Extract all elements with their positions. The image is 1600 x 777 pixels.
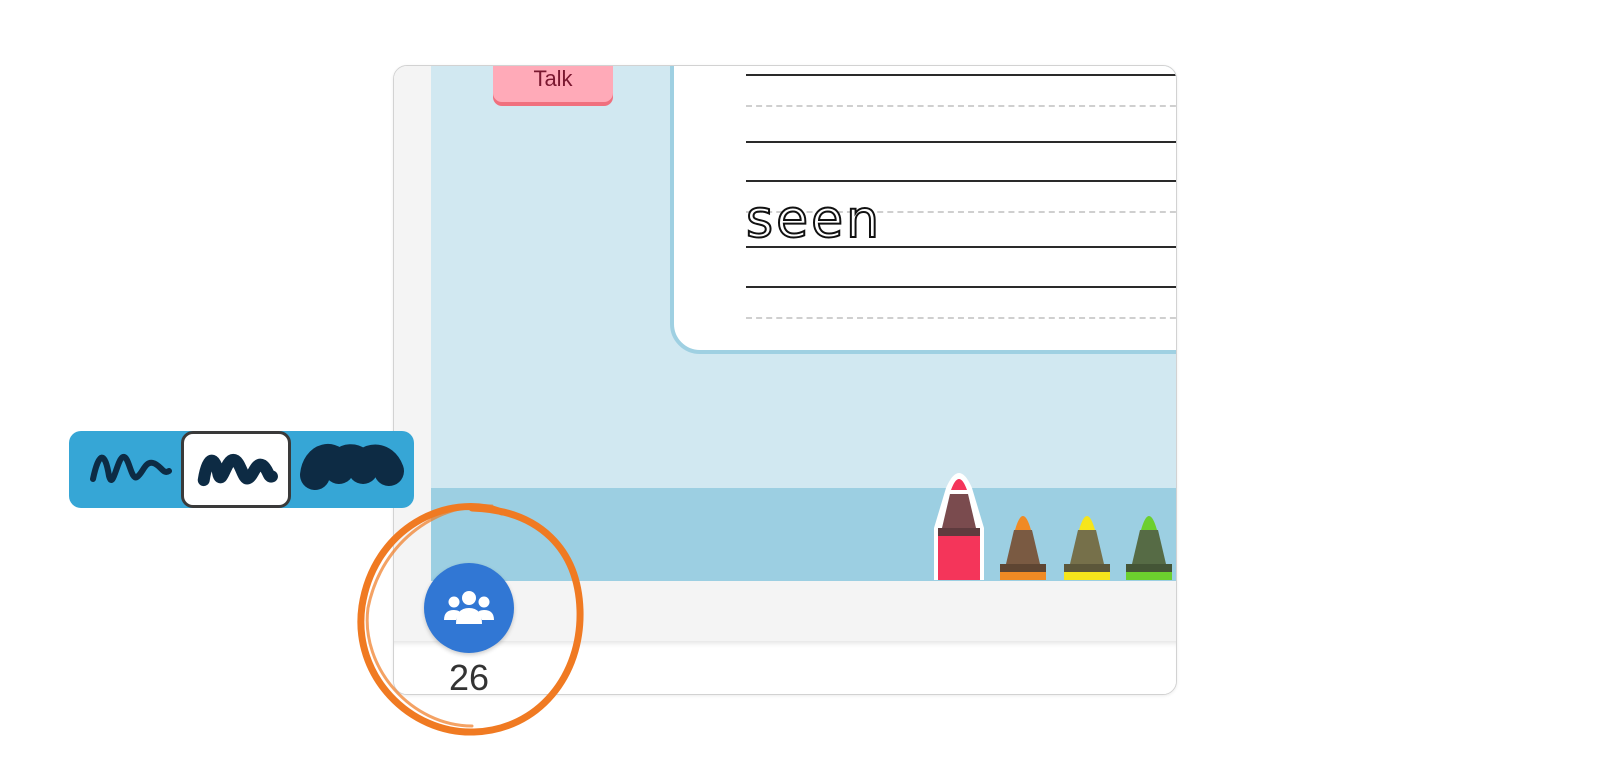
talk-label: Talk — [533, 66, 573, 91]
brush-thick[interactable] — [297, 431, 407, 508]
talk-button[interactable]: Talk — [493, 66, 613, 102]
thick-brush-icon — [300, 444, 404, 490]
crayon-red[interactable] — [928, 462, 990, 580]
brush-thin[interactable] — [73, 431, 183, 508]
crayon-yellow[interactable] — [1058, 504, 1116, 580]
guide-line — [746, 286, 1176, 288]
guide-line — [746, 141, 1176, 143]
crayon-green[interactable] — [1120, 504, 1175, 580]
thin-brush-icon — [90, 454, 172, 483]
yellow-crayon-icon — [1064, 516, 1110, 580]
green-crayon-icon — [1126, 516, 1172, 580]
guide-line-dashed — [746, 105, 1176, 107]
student-count: 26 — [448, 657, 490, 698]
guide-line — [746, 74, 1176, 76]
whiteboard[interactable]: Talk — [431, 66, 1176, 488]
tracing-word: seen — [745, 190, 883, 250]
crayon-orange[interactable] — [994, 504, 1052, 580]
brush-medium[interactable] — [181, 431, 291, 508]
red-crayon-icon — [934, 473, 984, 580]
brush-size-selector — [69, 431, 414, 508]
guide-line — [746, 180, 1176, 182]
orange-crayon-icon — [1000, 516, 1046, 580]
guide-line-dashed — [746, 317, 1176, 319]
group-icon — [444, 591, 494, 624]
medium-brush-icon — [197, 453, 278, 487]
students-button[interactable] — [424, 563, 514, 653]
